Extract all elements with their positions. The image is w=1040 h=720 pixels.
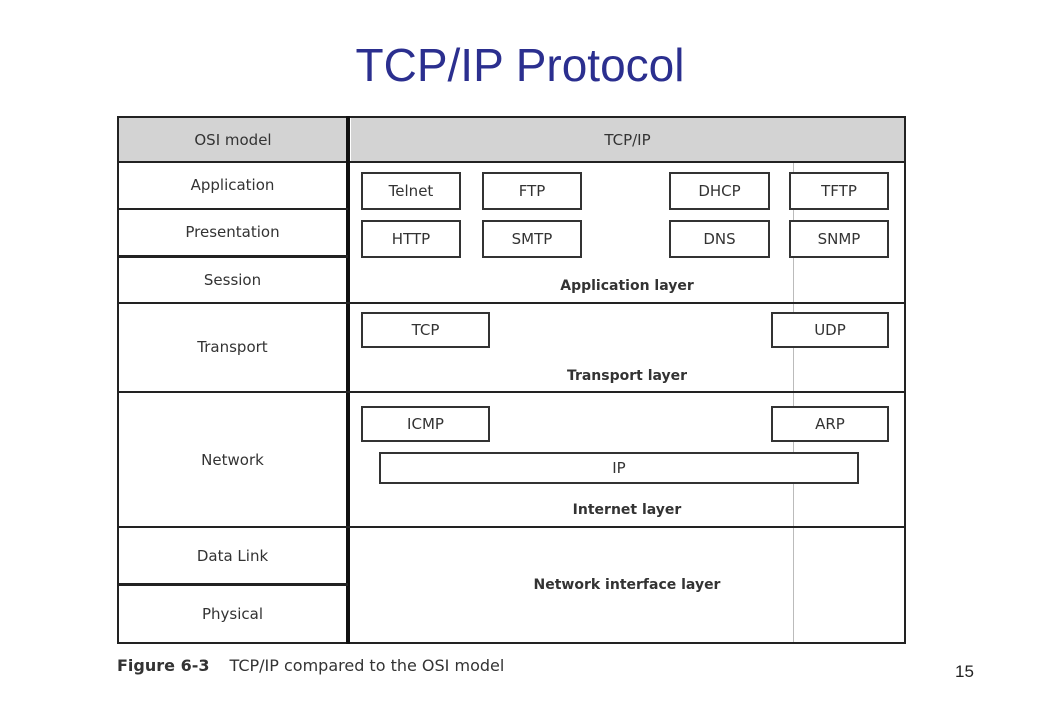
osi-layer-presentation: Presentation [185,223,280,241]
internet-layer-label: Internet layer [572,502,682,518]
osi-layer-network: Network [201,450,264,469]
osi-layer-data-link: Data Link [196,547,269,565]
protocol-telnet: Telnet [361,172,461,210]
osi-layer-session: Session [203,271,262,289]
osi-layer-physical: Physical [201,604,264,623]
network-interface-layer-label: Network interface layer [533,577,721,593]
figure-caption-text: TCP/IP compared to the OSI model [229,656,505,675]
transport-layer-label: Transport layer [566,368,688,384]
protocol-udp: UDP [771,312,889,348]
protocol-smtp: SMTP [482,220,582,258]
page-number: 15 [955,662,974,681]
protocol-icmp: ICMP [361,406,490,442]
protocol-dns: DNS [669,220,770,258]
osi-layer-transport: Transport [197,338,268,356]
figure-number: Figure 6-3 [117,656,210,675]
tcpip-header: TCP/IP [351,118,904,162]
protocol-http: HTTP [361,220,461,258]
osi-tcpip-diagram: OSI model TCP/IP Application Presentatio… [117,116,906,644]
slide-title: TCP/IP Protocol [355,39,685,91]
protocol-arp: ARP [771,406,889,442]
protocol-tftp: TFTP [789,172,889,210]
osi-layer-application: Application [190,176,275,194]
protocol-ip: IP [379,452,859,484]
protocol-ftp: FTP [482,172,582,210]
application-layer-label: Application layer [560,278,694,294]
protocol-snmp: SNMP [789,220,889,258]
figure-caption: Figure 6-3 TCP/IP compared to the OSI mod… [117,656,504,675]
osi-header: OSI model [119,118,347,162]
protocol-tcp: TCP [361,312,490,348]
protocol-dhcp: DHCP [669,172,770,210]
